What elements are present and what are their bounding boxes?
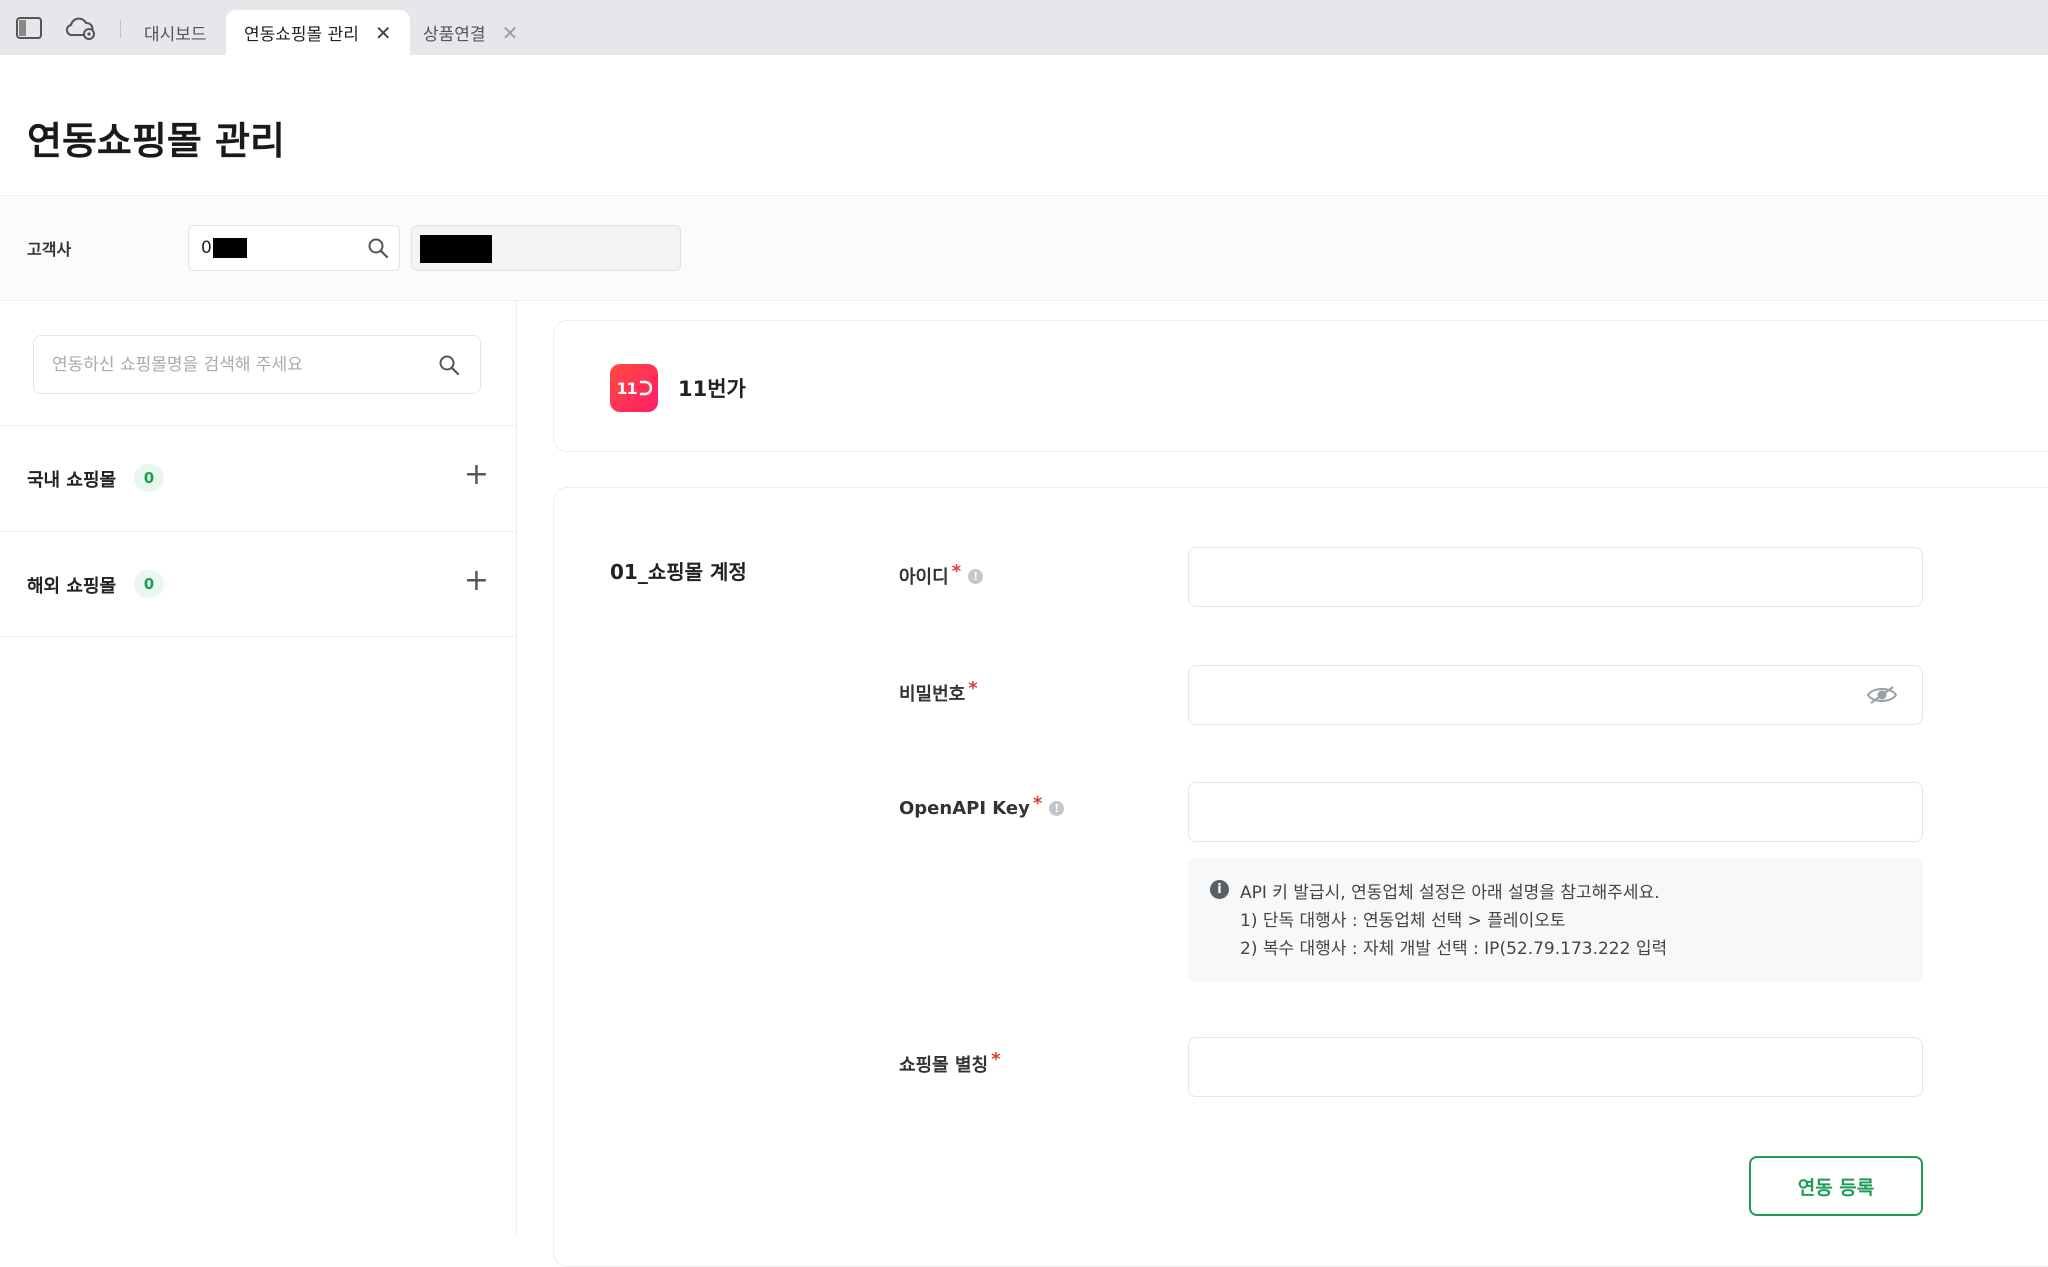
mall-logo: 11 [610, 364, 658, 412]
overseas-mall-section[interactable]: 해외 쇼핑몰 0 + [0, 531, 517, 637]
redacted-block [213, 238, 247, 258]
openapi-key-field [1188, 782, 1923, 842]
customer-code-input[interactable]: 0 [188, 225, 400, 271]
field-label-text: 비밀번호 [899, 684, 966, 705]
info-icon[interactable]: ! [1049, 801, 1065, 816]
mall-search-input[interactable] [52, 352, 412, 378]
count-badge: 0 [134, 570, 164, 598]
mall-search-box [33, 335, 481, 394]
password-field [1188, 665, 1923, 725]
search-icon[interactable] [438, 354, 460, 380]
domestic-mall-section[interactable]: 국내 쇼핑몰 0 + [0, 425, 517, 531]
close-icon[interactable]: ✕ [502, 23, 519, 43]
openapi-key-input[interactable] [1205, 799, 1845, 827]
api-help-box: i API 키 발급시, 연동업체 설정은 아래 설명을 참고해주세요. 1) … [1188, 858, 1923, 982]
count-badge: 0 [134, 464, 164, 492]
selected-mall-card: 11 11번가 [553, 320, 2048, 452]
openapi-key-label: OpenAPI Key * ! [899, 793, 1065, 819]
tab-label: 대시보드 [144, 25, 207, 45]
tab-separator [120, 20, 121, 38]
add-icon[interactable]: + [464, 460, 489, 490]
eye-off-icon[interactable] [1866, 684, 1898, 710]
field-label-text: OpenAPI Key [899, 798, 1030, 819]
required-mark: * [1032, 793, 1043, 814]
help-line: API 키 발급시, 연동업체 설정은 아래 설명을 참고해주세요. [1240, 883, 1660, 903]
tab-product-link[interactable]: 상품연결 ✕ [405, 10, 536, 55]
redacted-block [420, 235, 492, 263]
info-icon[interactable]: ! [968, 568, 984, 584]
id-input[interactable] [1205, 564, 1845, 592]
search-icon[interactable] [367, 237, 389, 263]
tab-mall-management[interactable]: 연동쇼핑몰 관리 ✕ [226, 10, 410, 55]
form-section-title: 01_쇼핑몰 계정 [610, 560, 747, 584]
tab-dashboard[interactable]: 대시보드 [126, 10, 225, 55]
password-label: 비밀번호 * [899, 677, 978, 706]
field-label-text: 아이디 [899, 567, 949, 588]
help-line: 1) 단독 대행사 : 연동업체 선택 > 플레이오토 [1240, 911, 1566, 931]
id-label: 아이디 * ! [899, 560, 984, 589]
required-mark: * [968, 677, 978, 699]
customer-label: 고객사 [27, 240, 72, 259]
section-label: 해외 쇼핑몰 [27, 576, 117, 597]
mall-name: 11번가 [678, 377, 746, 401]
mall-sidebar: 국내 쇼핑몰 0 + 해외 쇼핑몰 0 + [0, 301, 517, 1237]
mall-alias-field [1188, 1037, 1923, 1097]
customer-filter-bar: 고객사 0 [0, 195, 2048, 301]
info-icon: i [1210, 880, 1229, 899]
cloud-settings-icon[interactable] [64, 14, 98, 42]
customer-name-field [411, 225, 681, 271]
account-form-card: 01_쇼핑몰 계정 아이디 * ! 비밀번호 * OpenAPI Key * !… [553, 487, 2048, 1267]
field-label-text: 쇼핑몰 별칭 [899, 1055, 989, 1076]
tab-bar: 대시보드 연동쇼핑몰 관리 ✕ 상품연결 ✕ [0, 0, 2048, 55]
required-mark: * [951, 560, 962, 582]
register-link-button[interactable]: 연동 등록 [1749, 1156, 1923, 1216]
mall-alias-input[interactable] [1205, 1054, 1845, 1082]
section-label: 국내 쇼핑몰 [27, 470, 117, 491]
customer-code-value: 0 [201, 238, 212, 258]
add-icon[interactable]: + [464, 566, 489, 596]
tab-label: 상품연결 [423, 25, 486, 45]
required-mark: * [991, 1048, 1001, 1070]
mall-alias-label: 쇼핑몰 별칭 * [899, 1048, 1001, 1077]
sidebar-toggle-icon[interactable] [12, 14, 46, 42]
tab-label: 연동쇼핑몰 관리 [244, 25, 359, 45]
id-field [1188, 547, 1923, 607]
mall-logo-text: 11 [616, 378, 637, 398]
help-line: 2) 복수 대행사 : 자체 개발 선택 : IP(52.79.173.222 … [1240, 939, 1668, 959]
password-input[interactable] [1205, 682, 1845, 710]
page-title: 연동쇼핑몰 관리 [27, 119, 285, 163]
close-icon[interactable]: ✕ [375, 23, 392, 43]
